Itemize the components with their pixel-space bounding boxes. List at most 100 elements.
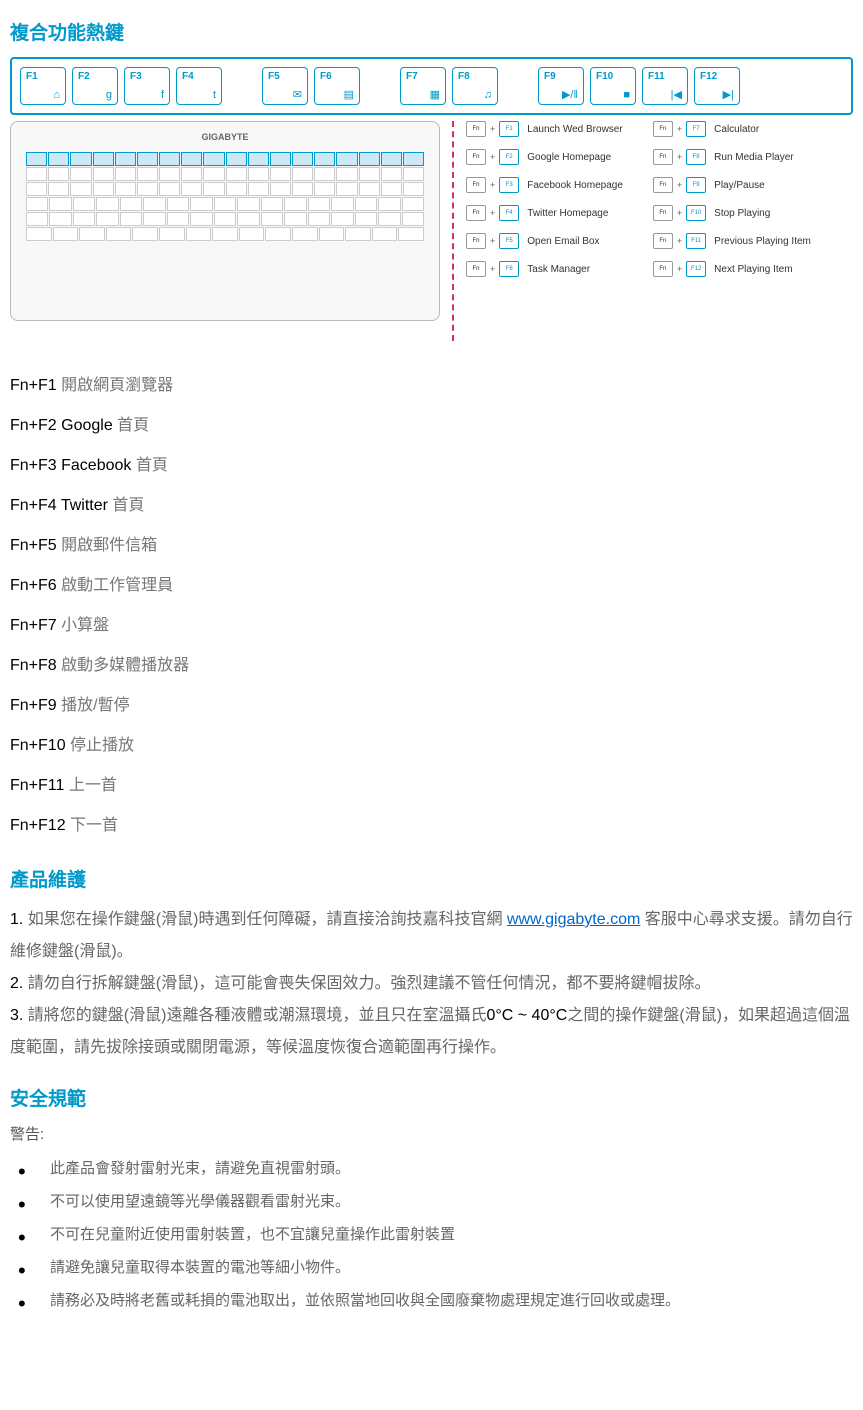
fn-item: Fn+F6 啟動工作管理員 [10, 571, 853, 595]
plus-sign: + [677, 236, 682, 246]
shortcut-label: Stop Playing [714, 208, 770, 219]
fkey-label: F11 [648, 71, 682, 82]
fn-key-name: Fn+F1 [10, 377, 61, 394]
fn-key-name: Fn+F3 Facebook [10, 457, 136, 474]
mini-key-f: F1 [499, 121, 519, 137]
mini-key-fn: Fn [466, 205, 486, 221]
shortcut-item: Fn+F1Launch Wed Browser [466, 121, 623, 137]
mini-key-f: F4 [499, 205, 519, 221]
gigabyte-link[interactable]: www.gigabyte.com [507, 911, 640, 928]
fn-key-name: Fn+F6 [10, 577, 61, 594]
plus-sign: + [490, 124, 495, 134]
shortcut-item: Fn + F3 Facebook Homepage [466, 177, 623, 193]
mini-key-fn: Fn [466, 149, 486, 165]
fkey-label: F12 [700, 71, 734, 82]
fkey-icon: ♫ [458, 89, 492, 101]
plus-sign: + [677, 208, 682, 218]
fn-desc: 播放/暫停 [61, 697, 129, 714]
plus-sign: + [490, 180, 495, 190]
safety-section: 安全規範 警告: 此產品會發射雷射光束，請避免直視雷射頭。不可以使用望遠鏡等光學… [10, 1084, 853, 1317]
maint-2: 請勿自行拆解鍵盤(滑鼠)，這可能會喪失保固效力。強烈建議不管任何情況，都不要將鍵… [28, 975, 711, 992]
fn-list: Fn+F1 開啟網頁瀏覽器Fn+F2 Google 首頁Fn+F3 Facebo… [10, 371, 853, 835]
fn-desc: 開啟郵件信箱 [61, 537, 157, 554]
fkey-f6: F6▤ [314, 67, 360, 105]
fn-item: Fn+F7 小算盤 [10, 611, 853, 635]
shortcut-label: Task Manager [527, 264, 590, 275]
fkey-icon: ⌂ [26, 89, 60, 101]
shortcut-label: Play/Pause [714, 180, 765, 191]
fkey-icon: ■ [596, 89, 630, 101]
safety-bullet: 此產品會發射雷射光束，請避免直視雷射頭。 [10, 1152, 853, 1185]
fkey-f9: F9▶/‖ [538, 67, 584, 105]
shortcut-item: Fn + F11 Previous Playing Item [653, 233, 811, 249]
safety-bullet: 不可在兒童附近使用雷射裝置，也不宜讓兒童操作此雷射裝置 [10, 1218, 853, 1251]
key-group-2: F5✉F6▤ [262, 67, 360, 105]
mini-key-f: F10 [686, 205, 706, 221]
shortcut-label: Google Homepage [527, 152, 611, 163]
fn-item: Fn+F5 開啟郵件信箱 [10, 531, 853, 555]
fkey-f5: F5✉ [262, 67, 308, 105]
fn-desc: 首頁 [117, 417, 149, 434]
safety-bullets: 此產品會發射雷射光束，請避免直視雷射頭。不可以使用望遠鏡等光學儀器觀看雷射光束。… [10, 1152, 853, 1317]
keyboard-row: GIGABYTE Fn+F1Launch Wed BrowserFn+F2Goo… [10, 121, 853, 341]
mini-key-f: F7 [686, 121, 706, 137]
fn-key-name: Fn+F4 Twitter [10, 497, 112, 514]
fkey-icon: |◀ [648, 88, 682, 101]
safety-bullet: 請避免讓兒童取得本裝置的電池等細小物件。 [10, 1251, 853, 1284]
fn-key-name: Fn+F9 [10, 697, 61, 714]
safety-bullet: 請務必及時將老舊或耗損的電池取出，並依照當地回收與全國廢棄物處理規定進行回收或處… [10, 1284, 853, 1317]
fn-desc: 上一首 [69, 777, 117, 794]
shortcut-label: Previous Playing Item [714, 236, 811, 247]
plus-sign: + [677, 264, 682, 274]
fkey-label: F7 [406, 71, 440, 82]
shortcut-label: Open Email Box [527, 236, 599, 247]
shortcut-item: Fn + F10 Stop Playing [653, 205, 811, 221]
mini-key-f: F6 [499, 261, 519, 277]
fkey-f7: F7 ▦ [400, 67, 446, 105]
shortcut-item: Fn+F4Twitter Homepage [466, 205, 623, 221]
mini-key-f: F3 [499, 177, 519, 193]
fkey-icon: ▦ [406, 88, 440, 101]
fkey-label: F9 [544, 71, 578, 82]
fn-item: Fn+F2 Google 首頁 [10, 411, 853, 435]
shortcut-item: Fn+F6Task Manager [466, 261, 623, 277]
mini-key-f: F9 [686, 177, 706, 193]
shortcut-item: Fn + F9 Play/Pause [653, 177, 811, 193]
mini-key-f: F8 [686, 149, 706, 165]
fkey-icon: ✉ [268, 88, 302, 101]
shortcut-label: Next Playing Item [714, 264, 792, 275]
plus-sign: + [490, 152, 495, 162]
shortcut-label: Twitter Homepage [527, 208, 608, 219]
mini-key-f: F5 [499, 233, 519, 249]
shortcut-label: Run Media Player [714, 152, 793, 163]
fkey-label: F2 [78, 71, 112, 82]
fn-desc: 停止播放 [70, 737, 134, 754]
maint-1a: 如果您在操作鍵盤(滑鼠)時遇到任何障礙，請直接洽詢技嘉科技官網 [28, 911, 503, 928]
mini-key-fn: Fn [653, 177, 673, 193]
fn-item: Fn+F11 上一首 [10, 771, 853, 795]
fkey-label: F3 [130, 71, 164, 82]
mini-key-fn: Fn [466, 177, 486, 193]
shortcut-label: Facebook Homepage [527, 180, 623, 191]
plus-sign: + [677, 152, 682, 162]
mini-key-fn: Fn [653, 233, 673, 249]
key-group-3: F7 ▦ F8♫ [400, 67, 498, 105]
mini-key-fn: Fn [653, 205, 673, 221]
maint-num-2: 2. [10, 975, 23, 992]
fkey-icon: f [130, 89, 164, 101]
fn-desc: 啟動工作管理員 [61, 577, 173, 594]
fn-item: Fn+F4 Twitter 首頁 [10, 491, 853, 515]
fkey-f3: F3 f [124, 67, 170, 105]
fkey-f10: F10■ [590, 67, 636, 105]
fn-desc: 啟動多媒體播放器 [61, 657, 189, 674]
fkey-f11: F11 |◀ [642, 67, 688, 105]
fn-desc: 首頁 [112, 497, 144, 514]
fkey-f8: F8♫ [452, 67, 498, 105]
mini-key-f: F11 [686, 233, 706, 249]
maintenance-section: 產品維護 1. 如果您在操作鍵盤(滑鼠)時遇到任何障礙，請直接洽詢技嘉科技官網 … [10, 865, 853, 1064]
plus-sign: + [677, 180, 682, 190]
plus-sign: + [490, 236, 495, 246]
keyboard-keys-area [26, 152, 424, 270]
fn-desc: 下一首 [70, 817, 118, 834]
fn-item: Fn+F3 Facebook 首頁 [10, 451, 853, 475]
